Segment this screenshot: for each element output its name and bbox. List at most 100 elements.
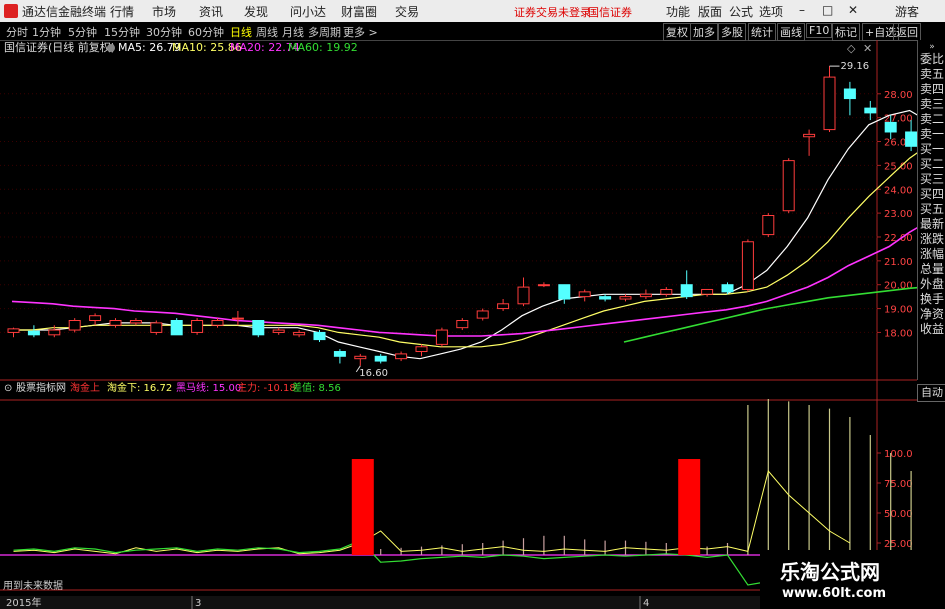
indicator-toggle-icon[interactable]: ⊙ [4,383,12,394]
ma10-line [12,152,917,348]
watermark-url: www.60lt.com [782,586,887,601]
f10-button[interactable]: F10 [806,23,833,38]
close-icon[interactable]: ✕ [848,3,858,17]
chart-area[interactable]: 28.0027.0026.0025.0024.0023.0022.0021.00… [0,40,917,609]
candle [660,287,673,297]
quote-field-18: 收益 [919,322,944,336]
indicator-axis-label: 100.0 [884,449,913,460]
candle [619,294,632,302]
menu-item-ask[interactable]: 问小达 [290,3,326,20]
candle [27,325,40,338]
watermark-title: 乐淘公式网 [780,560,880,584]
candle [578,289,591,302]
candle [680,270,693,300]
period-monthly[interactable]: 月线 [282,24,304,40]
login-status[interactable]: 证券交易未登录 [514,4,591,20]
menu-function[interactable]: 功能 [666,3,690,20]
quote-field-6: 买一 [919,142,944,156]
settings-dot-icon[interactable] [107,44,115,52]
candle [89,313,102,326]
signal-block [351,459,374,555]
ma60-line [623,286,917,343]
candle [170,318,183,336]
maximize-icon[interactable]: □ [822,3,833,17]
quote-field-3: 卖三 [919,97,944,111]
back-button[interactable]: 返回 [893,23,921,41]
adjust-button[interactable]: 复权 [663,23,691,41]
taojin-down-line [13,469,851,555]
quote-field-17: 净资 [919,307,944,321]
guest-label[interactable]: 游客 [895,3,919,20]
stock-header: 国信证券(日线 前复权) [4,40,115,54]
menu-item-quotes[interactable]: 行情 [110,3,134,20]
auto-scale-button[interactable]: 自动 [917,384,945,402]
candle [701,288,714,297]
price-axis-label: 18.00 [884,328,913,339]
multi-stock-button[interactable]: 多股 [718,23,746,41]
candle [374,353,387,364]
candle [843,81,856,116]
date-axis-bar [0,596,877,609]
candlestick-series [7,66,917,366]
zhuli-label: 主力: -10.18 [237,381,296,394]
quote-field-1: 卖五 [919,67,944,81]
app-logo-icon [4,4,18,18]
candle [517,277,530,307]
menu-options[interactable]: 选项 [759,3,783,20]
candle [211,318,224,328]
quote-field-4: 卖二 [919,112,944,126]
indicator-axis-label: 50.00 [884,509,913,520]
period-30min[interactable]: 30分钟 [146,24,182,40]
add-button[interactable]: 加多 [690,23,718,41]
period-intraday[interactable]: 分时 [6,24,28,40]
diamond-icon[interactable]: ◇ [847,42,856,55]
future-data-note: 用到未来数据 [3,579,63,592]
panel-close-icon[interactable]: ✕ [863,42,872,55]
menu-item-market[interactable]: 市场 [152,3,176,20]
quote-field-16: 换手 [919,292,944,306]
period-daily[interactable]: 日线 [230,24,252,40]
period-15min[interactable]: 15分钟 [104,24,140,40]
menu-layout[interactable]: 版面 [698,3,722,20]
candle [782,158,795,214]
menu-item-news[interactable]: 资讯 [199,3,223,20]
mark-button[interactable]: 标记 [832,23,860,41]
candle [333,349,346,364]
menu-item-discover[interactable]: 发现 [244,3,268,20]
top-menu-bar: 通达信金融终端 行情 市场 资讯 发现 问小达 财富圈 交易 证券交易未登录 国… [0,0,945,23]
price-axis-label: 23.00 [884,209,913,220]
draw-line-button[interactable]: 画线 [777,23,805,41]
period-5min[interactable]: 5分钟 [68,24,97,40]
ma60-label: MA60: 19.92 [288,41,358,54]
indicator-axis-label: 25.00 [884,539,913,550]
price-axis-label: 22.00 [884,233,913,244]
period-multi[interactable]: 多周期 [308,24,341,40]
quote-field-10: 买五 [919,202,944,216]
candle [415,344,428,357]
candle [129,318,142,326]
date-mark-3: 3 [195,598,201,609]
menu-item-wealth[interactable]: 财富圈 [341,3,377,20]
candle [231,310,244,326]
minimize-icon[interactable]: – [799,3,805,17]
statistics-button[interactable]: 统计 [748,23,776,41]
menu-formula[interactable]: 公式 [729,3,753,20]
candle [599,294,612,302]
panel-scroll-icon[interactable]: » [918,40,945,52]
menu-item-trade[interactable]: 交易 [395,3,419,20]
period-more[interactable]: 更多 > [343,24,378,40]
quote-field-2: 卖四 [919,82,944,96]
period-weekly[interactable]: 周线 [256,24,278,40]
quote-field-14: 总量 [919,262,944,276]
taojin-down-label: 淘金下: 16.72 [107,381,172,394]
signal-block [678,459,701,555]
quote-field-13: 涨幅 [919,247,944,261]
quote-side-panel: » 委比 卖五 卖四 卖三 卖二 卖一 买一 买二 买三 买四 买五 最新 涨跌 涨幅 总量 外盘 换手 净资 收益 [917,40,945,380]
candle [272,327,285,335]
high-annotation: 29.16 [829,61,870,72]
high-price-label: 29.16 [841,61,870,72]
app-title: 通达信金融终端 [22,5,107,19]
period-60min[interactable]: 60分钟 [188,24,224,40]
period-1min[interactable]: 1分钟 [32,24,61,40]
date-mark-4: 4 [643,598,649,609]
